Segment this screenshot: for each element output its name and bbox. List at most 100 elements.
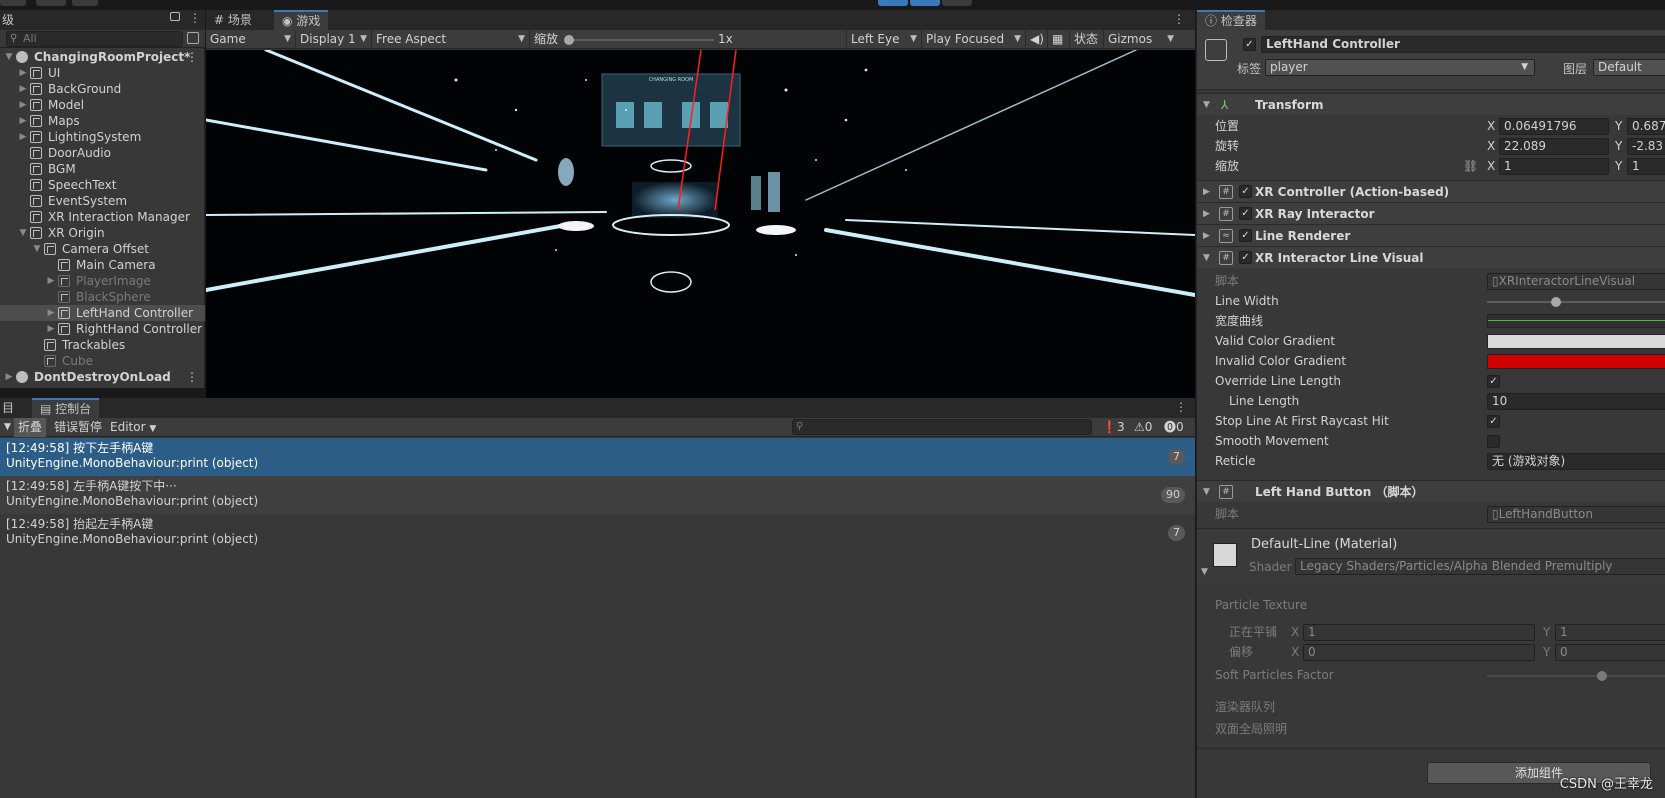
log-entry[interactable]: [12:49:58] 左手柄A键按下中··· UnityEngine.MonoB… bbox=[0, 476, 1195, 514]
tab-project[interactable]: 目 bbox=[0, 398, 22, 418]
scale-slider-knob[interactable] bbox=[564, 35, 574, 45]
hierarchy-item[interactable]: ▶ Maps bbox=[0, 113, 205, 129]
warning-filter-toggle[interactable]: ⚠0 bbox=[1130, 418, 1156, 437]
error-filter-toggle[interactable]: ⓿0 bbox=[1160, 418, 1188, 437]
scale-y-field[interactable]: 1 bbox=[1627, 158, 1665, 175]
component-enabled-checkbox[interactable]: ✓ bbox=[1239, 185, 1252, 198]
lock-icon[interactable] bbox=[170, 12, 180, 21]
rotation-y-field[interactable]: -2.83 bbox=[1627, 138, 1665, 155]
collapse-triangle-icon[interactable]: ▶ bbox=[18, 113, 28, 129]
hierarchy-item[interactable]: ▶ PlayerImage bbox=[0, 273, 205, 289]
hierarchy-item[interactable]: ▶ DontDestroyOnLoad ⋮ bbox=[0, 369, 205, 385]
tab-console[interactable]: ▤ 控制台 bbox=[32, 398, 100, 418]
hierarchy-item[interactable]: ▶ LeftHand Controller bbox=[0, 305, 205, 321]
component-enabled-checkbox[interactable]: ✓ bbox=[1239, 207, 1252, 220]
expand-triangle-icon[interactable]: ▼ bbox=[18, 225, 28, 241]
toolbar-button[interactable] bbox=[72, 0, 98, 6]
scale-x-field[interactable]: 1 bbox=[1499, 158, 1609, 175]
reticle-field[interactable]: 无 (游戏对象) bbox=[1487, 453, 1665, 470]
hierarchy-item[interactable]: DoorAudio bbox=[0, 145, 205, 161]
hierarchy-item[interactable]: ▶ BackGround bbox=[0, 81, 205, 97]
transform-header[interactable]: ▼ ⅄ Transform bbox=[1197, 93, 1665, 115]
offset-y-field[interactable]: 0 bbox=[1555, 644, 1665, 661]
scale-slider-track[interactable] bbox=[564, 39, 714, 41]
clear-dropdown-chevron-icon[interactable]: ▼ bbox=[0, 418, 15, 437]
stats-button[interactable]: 状态 bbox=[1070, 30, 1104, 49]
eye-dropdown[interactable]: Left Eye ▼ bbox=[846, 30, 922, 49]
active-checkbox[interactable]: ✓ bbox=[1243, 38, 1256, 51]
game-viewport[interactable]: CHANGING ROOM bbox=[206, 50, 1195, 398]
rotation-x-field[interactable]: 22.089 bbox=[1499, 138, 1609, 155]
grid-toggle-button[interactable]: ▦ bbox=[1048, 30, 1070, 49]
play-button[interactable] bbox=[878, 0, 908, 6]
hierarchy-item[interactable]: ▼ Camera Offset bbox=[0, 241, 205, 257]
error-pause-toggle[interactable]: 错误暂停 bbox=[50, 418, 106, 437]
tab-scene[interactable]: # 场景 bbox=[206, 10, 260, 30]
collapse-triangle-icon[interactable]: ▶ bbox=[18, 129, 28, 145]
hierarchy-item[interactable]: XR Interaction Manager bbox=[0, 209, 205, 225]
valid-color-gradient-field[interactable] bbox=[1487, 334, 1665, 349]
material-header[interactable]: ▼ Default-Line (Material) Shader Legacy … bbox=[1197, 528, 1665, 586]
component-header-left-hand-button[interactable]: ▼ # Left Hand Button （脚本） bbox=[1197, 480, 1665, 502]
display-dropdown[interactable]: Display 1 ▼ bbox=[296, 30, 372, 49]
width-curve-field[interactable] bbox=[1487, 314, 1665, 328]
position-x-field[interactable]: 0.06491796 bbox=[1499, 118, 1609, 135]
tab-game[interactable]: ◉ 游戏 bbox=[274, 10, 329, 30]
hierarchy-item[interactable]: Main Camera bbox=[0, 257, 205, 273]
gizmos-dropdown[interactable]: Gizmos ▼ bbox=[1104, 30, 1174, 49]
collapse-triangle-icon[interactable]: ▶ bbox=[46, 305, 56, 321]
component-header-xr-controller[interactable]: ▶ # ✓ XR Controller (Action-based) bbox=[1197, 180, 1665, 202]
aspect-dropdown[interactable]: Free Aspect ▼ bbox=[372, 30, 530, 49]
hierarchy-item[interactable]: ▶ LightingSystem bbox=[0, 129, 205, 145]
hierarchy-item[interactable]: ▼ ChangingRoomProject* ⋮ bbox=[0, 49, 205, 65]
hierarchy-item[interactable]: SpeechText bbox=[0, 177, 205, 193]
game-mode-dropdown[interactable]: Game ▼ bbox=[206, 30, 296, 49]
hierarchy-item[interactable]: EventSystem bbox=[0, 193, 205, 209]
hierarchy-item[interactable]: BlackSphere bbox=[0, 289, 205, 305]
stop-line-checkbox[interactable]: ✓ bbox=[1487, 415, 1500, 428]
soft-particles-slider-knob[interactable] bbox=[1597, 671, 1607, 681]
object-name-field[interactable]: LeftHand Controller bbox=[1261, 36, 1665, 53]
smooth-checkbox[interactable] bbox=[1487, 435, 1500, 448]
play-mode-dropdown[interactable]: Play Focused ▼ bbox=[922, 30, 1026, 49]
invalid-color-gradient-field[interactable] bbox=[1487, 354, 1665, 369]
hierarchy-item[interactable]: Trackables bbox=[0, 337, 205, 353]
tiling-y-field[interactable]: 1 bbox=[1555, 624, 1665, 641]
collapse-triangle-icon[interactable]: ▶ bbox=[18, 97, 28, 113]
hierarchy-item[interactable]: ▶ RightHand Controller bbox=[0, 321, 205, 337]
more-menu-icon[interactable]: ⋮ bbox=[1173, 12, 1185, 26]
editor-dropdown[interactable]: Editor ▼ bbox=[106, 418, 160, 437]
tab-inspector[interactable]: ⓘ 检查器 bbox=[1197, 10, 1265, 30]
script-field[interactable]: ▯XRInteractorLineVisual bbox=[1487, 273, 1665, 290]
log-entry[interactable]: [12:49:58] 按下左手柄A键 UnityEngine.MonoBehav… bbox=[0, 438, 1195, 476]
more-menu-icon[interactable]: ⋮ bbox=[189, 11, 201, 25]
console-search-input[interactable]: ⚲ bbox=[792, 419, 1092, 435]
more-menu-icon[interactable]: ⋮ bbox=[186, 369, 198, 385]
search-filter-icon[interactable] bbox=[187, 32, 199, 44]
hierarchy-search-input[interactable]: ⚲ All bbox=[6, 31, 183, 47]
hierarchy-item[interactable]: ▶ Model bbox=[0, 97, 205, 113]
hierarchy-item[interactable]: Cube bbox=[0, 353, 205, 369]
soft-particles-slider-track[interactable] bbox=[1487, 675, 1665, 677]
hierarchy-item[interactable]: ▼ XR Origin bbox=[0, 225, 205, 241]
shader-dropdown[interactable]: Legacy Shaders/Particles/Alpha Blended P… bbox=[1295, 558, 1665, 575]
tag-dropdown[interactable]: player ▼ bbox=[1265, 59, 1535, 76]
more-menu-icon[interactable]: ⋮ bbox=[186, 49, 198, 65]
offset-x-field[interactable]: 0 bbox=[1303, 644, 1535, 661]
log-entry[interactable]: [12:49:58] 抬起左手柄A键 UnityEngine.MonoBehav… bbox=[0, 514, 1195, 552]
tab-hierarchy[interactable]: 级 bbox=[0, 10, 22, 30]
component-header-line-renderer[interactable]: ▶ ≈ ✓ Line Renderer bbox=[1197, 224, 1665, 246]
collapse-triangle-icon[interactable]: ▶ bbox=[18, 81, 28, 97]
collapse-triangle-icon[interactable]: ▶ bbox=[4, 369, 14, 385]
component-header-line-visual[interactable]: ▼ # ✓ XR Interactor Line Visual bbox=[1197, 246, 1665, 268]
toolbar-button[interactable] bbox=[0, 0, 26, 6]
toolbar-button[interactable] bbox=[36, 0, 66, 6]
component-enabled-checkbox[interactable]: ✓ bbox=[1239, 251, 1252, 264]
override-checkbox[interactable]: ✓ bbox=[1487, 375, 1500, 388]
more-menu-icon[interactable]: ⋮ bbox=[1175, 400, 1187, 414]
gameobject-cube-icon[interactable] bbox=[1205, 39, 1227, 61]
line-width-slider-track[interactable] bbox=[1487, 301, 1665, 303]
component-header-xr-ray[interactable]: ▶ # ✓ XR Ray Interactor bbox=[1197, 202, 1665, 224]
layer-dropdown[interactable]: Default bbox=[1593, 59, 1665, 76]
step-button[interactable] bbox=[942, 0, 972, 6]
